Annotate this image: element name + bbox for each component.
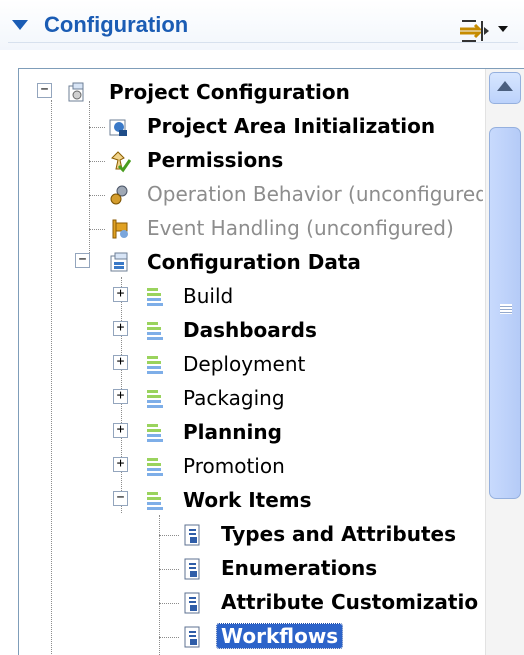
tree-branch-line xyxy=(89,127,105,128)
tree-label: Event Handling (unconfigured) xyxy=(147,216,454,240)
tree-row-build[interactable]: + Build xyxy=(19,281,483,313)
document-gear-icon xyxy=(184,524,200,546)
tree-label: Types and Attributes xyxy=(221,522,456,546)
project-config-icon xyxy=(68,82,84,102)
tree-panel: − Project Configuration Project Area Ini… xyxy=(18,68,524,655)
tree-row-types-and-attributes[interactable]: Types and Attributes xyxy=(19,519,483,551)
tree-branch-line xyxy=(159,535,179,536)
expand-icon[interactable]: + xyxy=(113,423,128,438)
tree-row-project-configuration[interactable]: − Project Configuration xyxy=(19,77,483,109)
expand-icon[interactable]: + xyxy=(113,457,128,472)
document-gear-icon xyxy=(184,592,200,614)
tree-branch-line xyxy=(159,603,179,604)
document-gear-icon xyxy=(184,626,200,648)
scroll-grip-icon xyxy=(500,304,512,314)
tree-label: Project Area Initialization xyxy=(147,114,436,138)
config-data-icon xyxy=(110,252,128,272)
data-folder-icon xyxy=(147,288,163,306)
tree-label: Promotion xyxy=(183,454,285,478)
expand-icon[interactable]: + xyxy=(113,355,128,370)
data-folder-icon xyxy=(147,356,163,374)
configuration-header: Configuration xyxy=(0,0,524,50)
tree-label: Attribute Customizatio xyxy=(221,590,479,614)
tree-branch-line xyxy=(89,229,105,230)
scroll-up-button[interactable] xyxy=(489,72,521,104)
tree-branch-line xyxy=(159,637,179,638)
scroll-thumb[interactable] xyxy=(489,127,521,499)
expand-icon[interactable]: + xyxy=(113,287,128,302)
gear-icon xyxy=(110,185,128,205)
data-folder-icon xyxy=(147,492,163,510)
configuration-tree: − Project Configuration Project Area Ini… xyxy=(19,69,483,655)
header-divider xyxy=(8,42,518,43)
header-title: Configuration xyxy=(44,12,189,37)
tree-row-deployment[interactable]: + Deployment xyxy=(19,349,483,381)
tree-label: Enumerations xyxy=(221,556,378,580)
tree-label: Work Items xyxy=(183,488,312,512)
tree-row-work-items[interactable]: − Work Items xyxy=(19,485,483,517)
tree-row-planning[interactable]: + Planning xyxy=(19,417,483,449)
chevron-down-icon[interactable] xyxy=(498,26,508,32)
tree-row-dashboards[interactable]: + Dashboards xyxy=(19,315,483,347)
expand-icon[interactable]: + xyxy=(113,389,128,404)
tree-row-operation-behavior[interactable]: Operation Behavior (unconfigured) xyxy=(19,179,483,211)
tree-label: Planning xyxy=(183,420,282,444)
collapse-icon[interactable]: − xyxy=(37,83,52,98)
expand-icon[interactable]: + xyxy=(113,321,128,336)
tree-label: Deployment xyxy=(183,352,306,376)
tree-label: Packaging xyxy=(183,386,285,410)
tree-label: Permissions xyxy=(147,148,284,172)
tree-row-workflows[interactable]: Workflows xyxy=(19,621,483,653)
vertical-scrollbar[interactable] xyxy=(485,69,524,655)
tree-row-project-area-initialization[interactable]: Project Area Initialization xyxy=(19,111,483,143)
tree-row-promotion[interactable]: + Promotion xyxy=(19,451,483,483)
tree-row-permissions[interactable]: Permissions xyxy=(19,145,483,177)
data-folder-icon xyxy=(147,390,163,408)
tree-label: Configuration Data xyxy=(147,250,361,274)
tree-row-event-handling[interactable]: Event Handling (unconfigured) xyxy=(19,213,483,245)
document-gear-icon xyxy=(184,558,200,580)
collapse-icon[interactable]: − xyxy=(75,253,90,268)
tree-branch-line xyxy=(159,569,179,570)
tree-row-packaging[interactable]: + Packaging xyxy=(19,383,483,415)
data-folder-icon xyxy=(147,458,163,476)
data-folder-icon xyxy=(147,322,163,340)
event-icon xyxy=(112,219,128,239)
tree-label-selected: Workflows xyxy=(215,623,344,649)
tree-branch-line xyxy=(89,195,105,196)
data-folder-icon xyxy=(147,424,163,442)
tree-row-attribute-customization[interactable]: Attribute Customizatio xyxy=(19,587,483,619)
tree-row-configuration-data[interactable]: − Configuration Data xyxy=(19,247,483,279)
collapse-icon[interactable]: − xyxy=(113,491,128,506)
tree-label: Project Configuration xyxy=(109,80,350,104)
tree-label: Operation Behavior (unconfigured) xyxy=(147,182,483,206)
permissions-icon xyxy=(111,151,131,173)
triangle-down-icon[interactable] xyxy=(12,20,28,30)
tree-branch-line xyxy=(89,161,105,162)
tree-label: Dashboards xyxy=(183,318,317,342)
project-init-icon xyxy=(109,119,127,136)
tree-row-enumerations[interactable]: Enumerations xyxy=(19,553,483,585)
tree-label: Build xyxy=(183,284,234,308)
